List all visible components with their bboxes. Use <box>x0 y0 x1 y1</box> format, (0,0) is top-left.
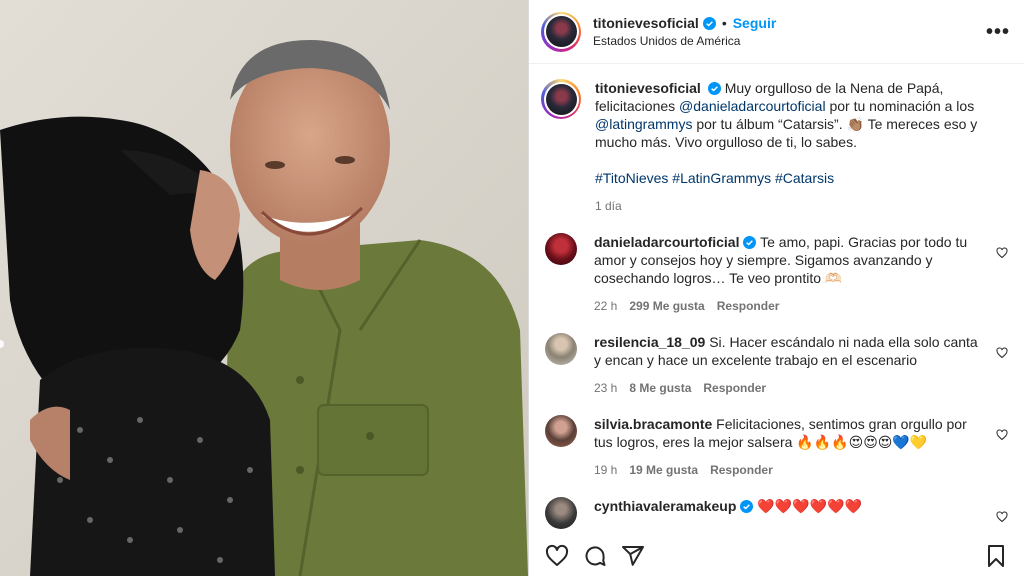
post-photo[interactable] <box>0 0 528 576</box>
post-header: titonievesoficial • Seguir Estados Unido… <box>529 0 1024 64</box>
post-time[interactable]: 1 día <box>595 197 1010 215</box>
reply-button[interactable]: Responder <box>703 379 766 397</box>
author-avatar[interactable] <box>541 11 581 52</box>
commenter-username[interactable]: silvia.bracamonte <box>594 416 712 432</box>
post-actions-bar <box>529 536 1024 576</box>
comment-like-heart-icon[interactable] <box>996 347 1008 359</box>
commenter-username[interactable]: danieladarcourtoficial <box>594 234 739 250</box>
more-options-icon[interactable]: ••• <box>986 22 1010 42</box>
reply-button[interactable]: Responder <box>710 461 773 479</box>
commenter-avatar[interactable] <box>545 497 577 529</box>
bookmark-icon[interactable] <box>984 544 1008 568</box>
comment-time[interactable]: 22 h <box>594 297 617 315</box>
mention-link[interactable]: @danieladarcourtoficial <box>679 98 826 114</box>
caption-username[interactable]: titonievesoficial <box>595 80 701 96</box>
photo-illustration <box>0 0 528 576</box>
comment-text: ❤️❤️❤️❤️❤️❤️ <box>757 498 862 514</box>
comment-likes[interactable]: 8 Me gusta <box>629 379 691 397</box>
caption-avatar[interactable] <box>541 79 581 119</box>
caption-text-part: por tu nominación a los <box>825 98 975 114</box>
author-username[interactable]: titonievesoficial <box>593 15 699 31</box>
verified-badge-icon <box>740 500 754 513</box>
comment-like-heart-icon[interactable] <box>996 429 1008 441</box>
commenter-username[interactable]: cynthiavaleramakeup <box>594 498 736 514</box>
comment-item: danieladarcourtoficial Te amo, papi. Gra… <box>541 233 1010 315</box>
post-window: titonievesoficial • Seguir Estados Unido… <box>0 0 1024 576</box>
commenter-avatar[interactable] <box>545 233 577 265</box>
share-icon[interactable] <box>621 544 645 568</box>
comment-item: silvia.bracamonte Felicitaciones, sentim… <box>541 415 1010 479</box>
verified-badge-icon <box>702 16 716 30</box>
comments-scroll-area[interactable]: titonievesoficial Muy orgulloso de la Ne… <box>529 65 1024 536</box>
post-caption: titonievesoficial Muy orgulloso de la Ne… <box>541 79 1010 215</box>
post-side-panel: titonievesoficial • Seguir Estados Unido… <box>528 0 1024 576</box>
comment-likes[interactable]: 299 Me gusta <box>629 297 704 315</box>
verified-badge-icon <box>707 82 721 95</box>
comment-time[interactable]: 19 h <box>594 461 617 479</box>
comment-item: resilencia_18_09 Si. Hacer escándalo ni … <box>541 333 1010 397</box>
commenter-avatar[interactable] <box>545 333 577 365</box>
comment-item: cynthiavaleramakeup ❤️❤️❤️❤️❤️❤️ <box>541 497 1010 529</box>
verified-badge-icon <box>743 236 757 249</box>
comment-time[interactable]: 23 h <box>594 379 617 397</box>
comment-like-heart-icon[interactable] <box>996 247 1008 259</box>
caption-text: titonievesoficial Muy orgulloso de la Ne… <box>595 79 1010 151</box>
mention-link[interactable]: @latingrammys <box>595 116 692 132</box>
comment-like-heart-icon[interactable] <box>996 511 1008 523</box>
commenter-username[interactable]: resilencia_18_09 <box>594 334 705 350</box>
commenter-avatar[interactable] <box>545 415 577 447</box>
follow-button[interactable]: Seguir <box>733 15 777 31</box>
post-location[interactable]: Estados Unidos de América <box>593 34 986 48</box>
reply-button[interactable]: Responder <box>717 297 780 315</box>
separator-dot: • <box>721 15 727 31</box>
comment-icon[interactable] <box>583 544 607 568</box>
heart-icon[interactable] <box>545 544 569 568</box>
comment-likes[interactable]: 19 Me gusta <box>629 461 698 479</box>
caption-hashtags[interactable]: #TitoNieves #LatinGrammys #Catarsis <box>595 169 1010 187</box>
